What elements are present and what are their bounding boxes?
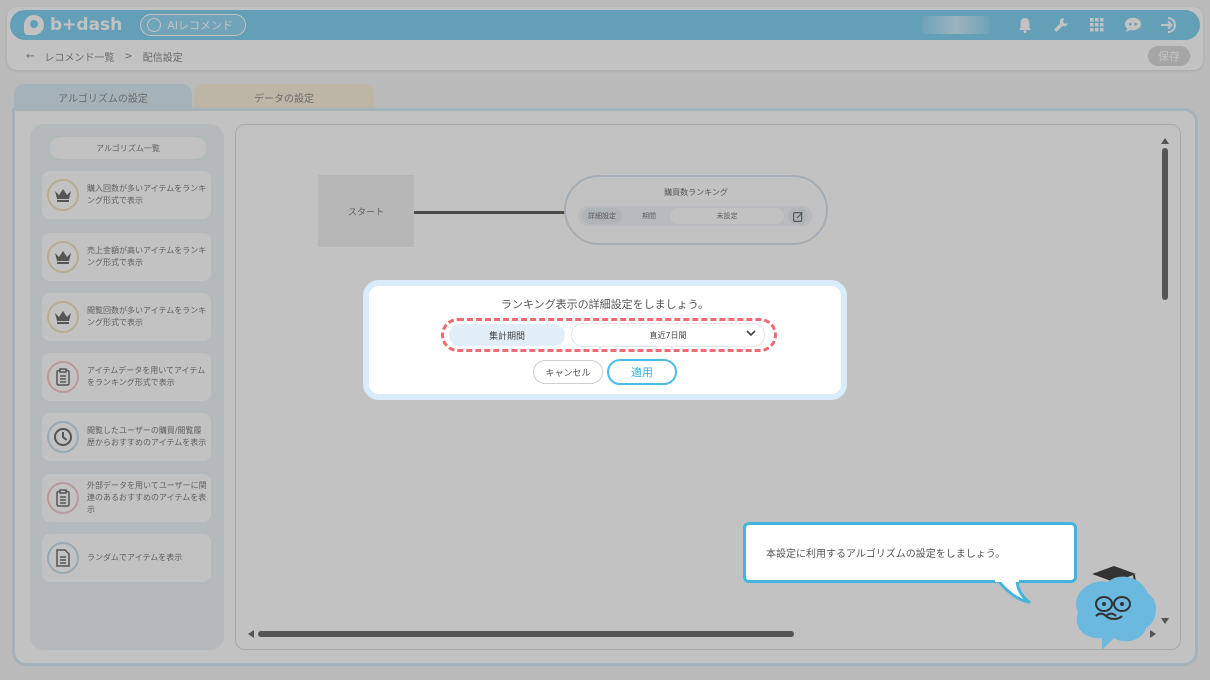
guide-speech-bubble: 本設定に利用するアルゴリズムの設定をしましょう。	[743, 522, 1077, 583]
apply-button[interactable]: 適用	[607, 359, 677, 385]
aggregation-period-label: 集計期間	[449, 324, 565, 346]
modal-title: ランキング表示の詳細設定をしましょう。	[500, 298, 709, 311]
period-select-value: 直近7日間	[649, 330, 687, 340]
highlighted-period-field: 集計期間 直近7日間	[441, 318, 777, 352]
mascot-icon	[1076, 566, 1157, 650]
speech-tail-icon	[995, 578, 1031, 604]
cancel-button[interactable]: キャンセル	[533, 360, 603, 384]
guide-speech-text: 本設定に利用するアルゴリズムの設定をしましょう。	[766, 549, 1006, 560]
chevron-down-icon	[746, 329, 756, 339]
period-select[interactable]: 直近7日間	[572, 324, 764, 346]
ranking-settings-modal: ランキング表示の詳細設定をしましょう。 集計期間 直近7日間 キャンセル 適用	[363, 280, 847, 400]
